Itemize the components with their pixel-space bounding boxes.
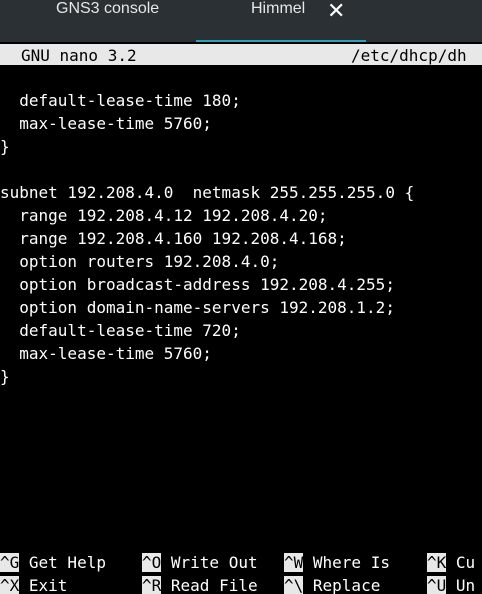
shortcut-key: ^\: [284, 576, 304, 594]
editor-line: subnet 192.208.4.0 netmask 255.255.255.0…: [0, 183, 415, 202]
editor-line: default-lease-time 720;: [0, 321, 241, 340]
shortcut-get-help[interactable]: ^G Get Help: [0, 551, 106, 574]
editor-line: range 192.208.4.12 192.208.4.20;: [0, 206, 328, 225]
shortcut-key: ^R: [142, 576, 162, 594]
shortcut-exit[interactable]: ^X Exit: [0, 574, 67, 594]
shortcut-where-is[interactable]: ^W Where Is: [284, 551, 390, 574]
editor-line: default-lease-time 180;: [0, 91, 241, 110]
editor-line: option broadcast-address 192.208.4.255;: [0, 275, 395, 294]
tab-himmel[interactable]: Himmel ✕: [196, 0, 366, 42]
nano-filename: /etc/dhcp/dh: [351, 46, 467, 65]
editor-line: max-lease-time 5760;: [0, 114, 212, 133]
shortcut-key: ^O: [142, 553, 162, 572]
shortcut-replace[interactable]: ^\ Replace: [284, 574, 380, 594]
shortcut-label: Un: [446, 576, 476, 594]
editor-line: option domain-name-servers 192.208.1.2;: [0, 298, 395, 317]
tab-label: Himmel: [251, 0, 306, 17]
close-icon[interactable]: ✕: [327, 0, 345, 25]
terminal-window[interactable]: GNU nano 3.2 /etc/dhcp/dh default-lease-…: [0, 42, 482, 594]
shortcut-label: Replace: [303, 576, 381, 594]
shortcut-label: Write Out: [161, 553, 258, 572]
shortcut-read-file[interactable]: ^R Read File: [142, 574, 258, 594]
nano-title-bar: GNU nano 3.2 /etc/dhcp/dh: [0, 44, 482, 65]
shortcut-key: ^K: [427, 553, 447, 572]
shortcut-label: Cu: [446, 553, 476, 572]
editor-line: }: [0, 137, 10, 156]
shortcut-key: ^U: [427, 576, 447, 594]
tab-bar: GNS3 console Himmel ✕: [0, 0, 482, 42]
shortcut-key: ^G: [0, 553, 20, 572]
shortcut-key: ^W: [284, 553, 304, 572]
tab-label: GNS3 console: [56, 0, 160, 17]
tab-gns3-console[interactable]: GNS3 console: [0, 0, 196, 42]
shortcut-key: ^X: [0, 576, 20, 594]
shortcut-label: Where Is: [303, 553, 390, 572]
shortcut-cut[interactable]: ^K Cu: [427, 551, 475, 574]
editor-area[interactable]: default-lease-time 180; max-lease-time 5…: [0, 89, 482, 386]
editor-line: }: [0, 367, 10, 386]
shortcut-uncut[interactable]: ^U Un: [427, 574, 475, 594]
editor-line: range 192.208.4.160 192.208.4.168;: [0, 229, 347, 248]
editor-line: option routers 192.208.4.0;: [0, 252, 280, 271]
shortcut-label: Exit: [19, 576, 68, 594]
shortcut-label: Read File: [161, 576, 258, 594]
shortcut-label: Get Help: [19, 553, 106, 572]
shortcut-write-out[interactable]: ^O Write Out: [142, 551, 258, 574]
editor-line: max-lease-time 5760;: [0, 344, 212, 363]
nano-version: GNU nano 3.2: [21, 46, 137, 65]
shortcut-bar: ^G Get Help ^O Write Out ^W Where Is ^K …: [0, 549, 482, 594]
